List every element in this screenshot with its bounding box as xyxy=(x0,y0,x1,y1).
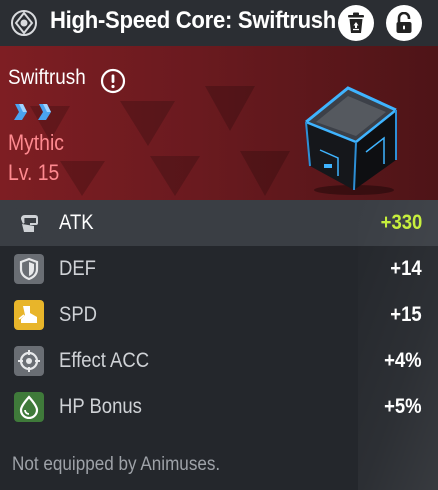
stat-row-def: DEF +14 xyxy=(0,246,438,292)
lock-button[interactable] xyxy=(386,5,422,41)
item-hero: Swiftrush Mythic Lv. 15 xyxy=(0,46,438,200)
stat-icon-effect-acc xyxy=(14,346,44,376)
exclamation-icon[interactable] xyxy=(100,68,126,94)
stat-value: +330 xyxy=(380,211,422,234)
stat-icon-hp-bonus xyxy=(14,392,44,422)
stat-row-atk: ATK +330 xyxy=(0,200,438,246)
item-detail-panel: High-Speed Core: Swiftrush Swiftrush Myt… xyxy=(0,0,438,490)
stat-row-hp-bonus: HP Bonus +5% xyxy=(0,384,438,430)
stat-value: +4% xyxy=(384,349,422,372)
recycle-button[interactable] xyxy=(338,5,374,41)
target-icon xyxy=(18,350,40,372)
item-name-row: Swiftrush xyxy=(8,66,94,90)
star-icon xyxy=(14,104,27,120)
star-rating xyxy=(12,102,58,122)
stat-value: +15 xyxy=(390,303,422,326)
stat-value: +14 xyxy=(390,257,422,280)
recycle-bin-icon xyxy=(348,12,364,33)
stat-label: DEF xyxy=(59,257,96,280)
stat-icon-atk xyxy=(14,208,44,238)
item-rarity: Mythic xyxy=(8,130,64,155)
stat-icon-spd xyxy=(14,300,44,330)
shield-icon xyxy=(19,257,39,281)
star-icon xyxy=(38,104,51,120)
core-type-icon xyxy=(11,10,37,36)
item-title: High-Speed Core: Swiftrush xyxy=(50,7,337,34)
stat-row-effect-acc: Effect ACC +4% xyxy=(0,338,438,384)
stat-row-spd: SPD +15 xyxy=(0,292,438,338)
droplet-icon xyxy=(19,395,39,419)
item-name: Swiftrush xyxy=(8,66,86,89)
item-level: Lv. 15 xyxy=(8,160,60,185)
unlock-icon xyxy=(396,12,412,33)
core-cube-image xyxy=(305,86,397,195)
stat-label: ATK xyxy=(59,211,94,234)
panel-header: High-Speed Core: Swiftrush xyxy=(0,0,438,46)
stat-label: SPD xyxy=(59,303,98,326)
stat-label: HP Bonus xyxy=(59,395,142,418)
stat-label: Effect ACC xyxy=(59,349,150,372)
stat-icon-def xyxy=(14,254,44,284)
stats-list: ATK +330 DEF +14 SPD +15 Effect ACC +4% … xyxy=(0,200,438,430)
stat-value: +5% xyxy=(384,395,422,418)
boot-icon xyxy=(18,306,37,323)
fist-icon xyxy=(21,215,38,232)
equip-status-text: Not equipped by Animuses. xyxy=(12,454,221,475)
